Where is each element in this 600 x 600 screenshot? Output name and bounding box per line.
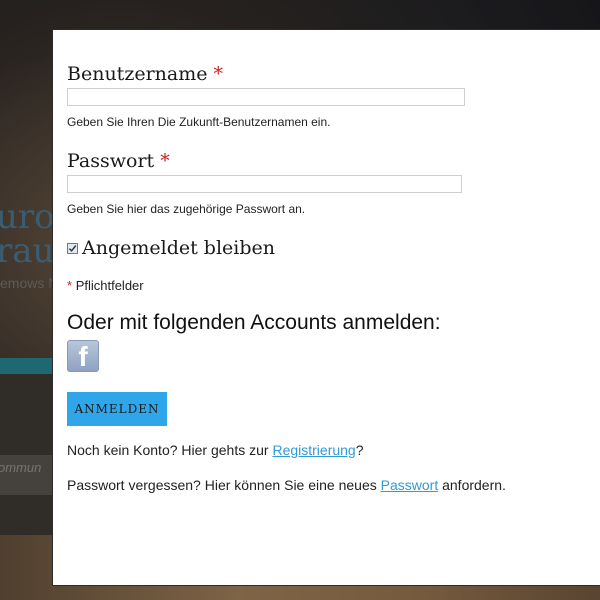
username-label: Benutzername * <box>67 63 224 85</box>
required-marker: * <box>213 63 224 85</box>
forgot-password-line: Passwort vergessen? Hier können Sie eine… <box>67 477 506 493</box>
remember-checkbox[interactable] <box>67 242 78 254</box>
required-fields-note: * Pflichtfelder <box>67 278 144 293</box>
password-input[interactable] <box>67 175 462 193</box>
username-input[interactable] <box>67 88 465 106</box>
remember-label[interactable]: Angemeldet bleiben <box>82 237 275 259</box>
reset-password-link[interactable]: Passwort <box>381 477 439 493</box>
login-dialog: Benutzername * Geben Sie Ihren Die Zukun… <box>52 29 600 586</box>
checkmark-icon <box>68 244 77 252</box>
username-hint: Geben Sie Ihren Die Zukunft-Benutzername… <box>67 115 331 129</box>
password-hint: Geben Sie hier das zugehörige Passwort a… <box>67 202 306 216</box>
register-link[interactable]: Registrierung <box>272 442 355 458</box>
login-button[interactable]: ANMELDEN <box>67 392 167 426</box>
facebook-icon: f <box>78 341 88 372</box>
required-marker: * <box>67 278 73 293</box>
password-label: Passwort * <box>67 150 170 172</box>
required-marker: * <box>160 150 170 172</box>
oauth-heading: Oder mit folgenden Accounts anmelden: <box>67 311 441 334</box>
facebook-login-button[interactable]: f <box>67 340 99 372</box>
remember-me[interactable]: Angemeldet bleiben <box>67 237 275 259</box>
register-line: Noch kein Konto? Hier gehts zur Registri… <box>67 442 364 458</box>
